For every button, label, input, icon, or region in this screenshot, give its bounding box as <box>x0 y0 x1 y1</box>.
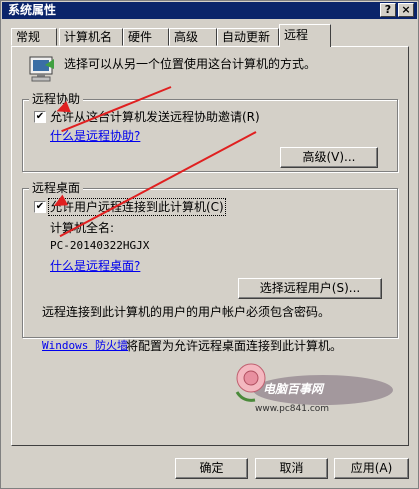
remote-desktop-checkbox[interactable]: ✔ <box>34 201 46 213</box>
tab-computer-name[interactable]: 计算机名 <box>59 28 123 46</box>
ok-button[interactable]: 确定 <box>175 458 248 479</box>
tab-remote[interactable]: 远程 <box>279 24 331 47</box>
remote-desktop-checkbox-label[interactable]: 允许用户远程连接到此计算机(C) <box>48 198 226 216</box>
apply-button[interactable]: 应用(A) <box>334 458 409 479</box>
tab-advanced[interactable]: 高级 <box>169 28 217 46</box>
computer-name-value: PC-20140322HGJX <box>50 239 150 252</box>
advanced-button[interactable]: 高级(V)... <box>280 147 378 168</box>
watermark-text: 电脑百事网 <box>263 382 324 396</box>
tab-automatic-updates[interactable]: 自动更新 <box>217 28 279 46</box>
window-title: 系统属性 <box>8 3 57 17</box>
firewall-config-text: 将配置为允许远程桌面连接到此计算机。 <box>126 339 343 353</box>
intro-text: 选择可以从另一个位置使用这台计算机的方式。 <box>64 57 317 71</box>
watermark-url: www.pc841.com <box>255 404 330 414</box>
watermark: 电脑百事网 www.pc841.com <box>223 356 393 426</box>
select-remote-users-button[interactable]: 选择远程用户(S)... <box>238 278 382 299</box>
remote-assistance-checkbox[interactable]: ✔ <box>34 111 46 123</box>
tab-hardware[interactable]: 硬件 <box>123 28 169 46</box>
computer-monitor-icon <box>29 56 54 82</box>
help-button[interactable]: ? <box>380 3 396 17</box>
windows-firewall-link[interactable]: Windows 防火墙 <box>42 339 128 353</box>
system-properties-window: 系统属性 ? × 常规 计算机名 硬件 高级 自动更新 远程 选择可以从另一个位… <box>0 0 419 489</box>
remote-desktop-group-label: 远程桌面 <box>29 181 84 195</box>
what-is-remote-desktop-link[interactable]: 什么是远程桌面? <box>50 259 140 273</box>
title-bar[interactable]: 系统属性 ? × <box>2 2 417 19</box>
password-requirement-text: 远程连接到此计算机的用户的用户帐户必须包含密码。 <box>42 305 331 319</box>
cancel-button[interactable]: 取消 <box>255 458 328 479</box>
close-button[interactable]: × <box>398 3 414 17</box>
tab-general[interactable]: 常规 <box>11 28 57 46</box>
